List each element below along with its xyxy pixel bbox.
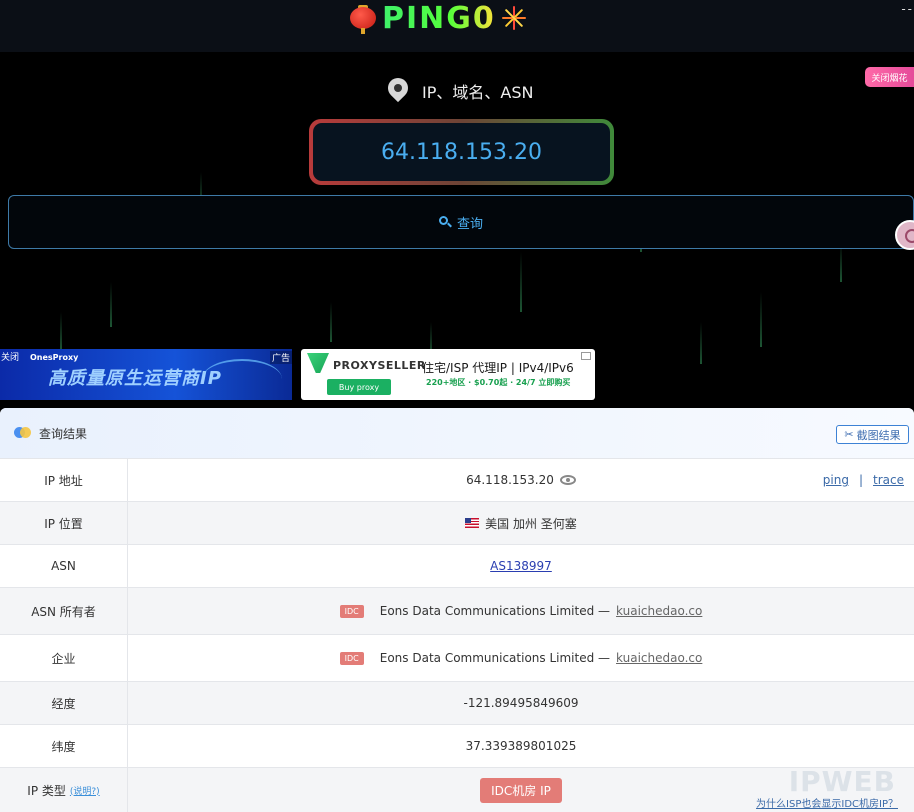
watermark-logo: IPWEB [788, 765, 896, 798]
search-icon [438, 216, 452, 228]
link-separator: | [858, 473, 864, 487]
idc-badge: IDC [339, 651, 364, 665]
asn-owner-name: Eons Data Communications Limited — [379, 604, 611, 618]
longitude-value: -121.89495849609 [463, 696, 579, 710]
ad-banner-proxyseller[interactable]: PROXYSELLER Buy proxy 住宅/ISP 代理IP | IPv4… [301, 349, 595, 400]
row-key: 企业 [0, 635, 128, 681]
ping-link[interactable]: ping [823, 473, 849, 487]
results-logo-icon [14, 427, 31, 439]
row-key: 经度 [0, 682, 128, 724]
row-company: 企业 IDC Eons Data Communications Limited … [0, 634, 914, 681]
close-fireworks-button[interactable]: 关闭烟花 [865, 67, 914, 87]
ad-wave-decoration [202, 359, 282, 399]
row-key: IP 位置 [0, 502, 128, 544]
ad-headline: 高质量原生运营商IP [48, 368, 222, 389]
query-button[interactable]: 查询 [8, 195, 914, 249]
explain-link[interactable]: (说明?) [70, 784, 100, 797]
ad-sub-text: 220+地区 · $0.70起 · 24/7 立即购买 [426, 378, 571, 387]
row-location: IP 位置 美国 加州 圣何塞 [0, 501, 914, 544]
ip-value: 64.118.153.20 [466, 473, 554, 487]
results-title: 查询结果 [39, 426, 88, 441]
ip-type-badge: IDC机房 IP [480, 777, 562, 803]
proxyseller-logo-icon [307, 353, 329, 373]
idc-badge: IDC [339, 604, 364, 618]
ad-brand: OnesProxy [30, 353, 79, 362]
results-header: 查询结果 ✂ 截图结果 [0, 408, 914, 458]
ad-banner-onesproxy[interactable]: 关闭 OnesProxy 广告 高质量原生运营商IP [0, 349, 292, 400]
row-asn: ASN AS138997 [0, 544, 914, 587]
company-name: Eons Data Communications Limited — [379, 651, 611, 665]
asn-owner-domain-link[interactable]: kuaichedao.co [616, 604, 702, 618]
screenshot-button-label: 截图结果 [856, 428, 901, 442]
lantern-icon [348, 3, 378, 34]
results-table: IP 地址 64.118.153.20 ping | trace IP 位置 美… [0, 458, 914, 812]
latitude-value: 37.339389801025 [465, 739, 577, 753]
row-longitude: 经度 -121.89495849609 [0, 681, 914, 724]
us-flag-icon [465, 518, 480, 528]
company-domain-link[interactable]: kuaichedao.co [616, 651, 702, 665]
row-key: IP 地址 [0, 459, 128, 501]
ad-info-icon[interactable] [581, 352, 591, 360]
top-bar: PING0 -- [0, 0, 914, 52]
scissors-icon: ✂ [844, 428, 854, 441]
ip-input-box [309, 119, 614, 185]
ad-close-button[interactable]: 关闭 [1, 350, 19, 363]
ad-brand: PROXYSELLER [333, 359, 426, 372]
logo-text: PING0 [382, 0, 496, 36]
row-key: ASN 所有者 [0, 588, 128, 634]
row-key: ASN [0, 545, 128, 587]
eye-icon[interactable] [559, 475, 576, 485]
ad-main-text: 住宅/ISP 代理IP | IPv4/IPv6 [422, 361, 574, 375]
site-logo[interactable]: PING0 [348, 0, 528, 36]
row-ip: IP 地址 64.118.153.20 ping | trace [0, 458, 914, 501]
results-panel: 查询结果 ✂ 截图结果 IP 地址 64.118.153.20 ping | t… [0, 408, 914, 812]
buy-proxy-button[interactable]: Buy proxy [327, 379, 391, 395]
trace-link[interactable]: trace [873, 473, 904, 487]
row-latitude: 纬度 37.339389801025 [0, 724, 914, 767]
idc-note-link[interactable]: 为什么ISP也会显示IDC机房IP？ [756, 795, 898, 810]
asn-link[interactable]: AS138997 [490, 559, 552, 573]
row-key: 纬度 [0, 725, 128, 767]
query-button-label: 查询 [456, 216, 483, 232]
location-pin-icon [383, 73, 413, 104]
ip-input[interactable] [313, 139, 610, 165]
screenshot-button[interactable]: ✂ 截图结果 [836, 425, 909, 444]
input-label-row: IP、域名、ASN [383, 73, 534, 104]
row-key: IP 类型 [27, 783, 66, 798]
top-right-menu[interactable]: -- [901, 2, 914, 16]
location-value: 美国 加州 圣何塞 [485, 516, 577, 531]
ad-tag: 广告 [269, 351, 292, 364]
row-asn-owner: ASN 所有者 IDC Eons Data Communications Lim… [0, 587, 914, 634]
firework-icon [500, 4, 528, 32]
input-label: IP、域名、ASN [422, 83, 534, 102]
